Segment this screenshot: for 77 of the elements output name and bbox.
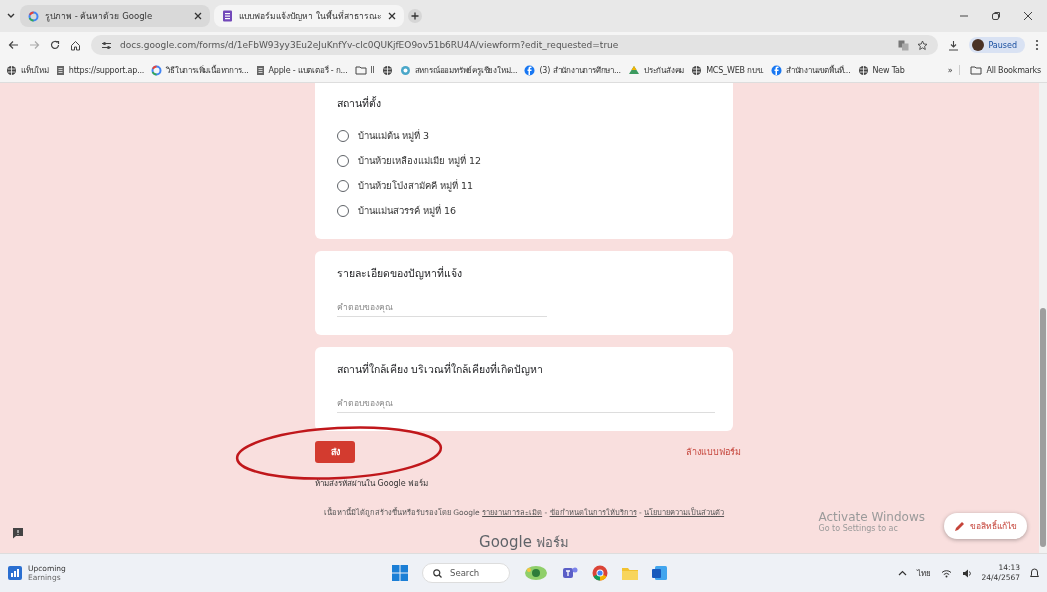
close-icon[interactable] — [388, 12, 396, 20]
chevron-up-icon[interactable] — [897, 568, 907, 578]
site-settings-icon[interactable] — [101, 40, 112, 50]
question-title: สถานที่ตั้ง — [337, 95, 382, 111]
bookmark[interactable]: MCS_WEB กบข. — [691, 63, 764, 77]
address-bar[interactable]: docs.google.com/forms/d/1eFbW93yy3Eu2eJuKnfYv-clc0QUKjfEO9ov51b6RU4A/viewform?edit_requested=true — [91, 35, 939, 55]
search-icon — [433, 568, 442, 578]
option-label[interactable]: บ้านแม่นสวรรค์ หมู่ที่ 16 — [358, 203, 457, 218]
folder-icon — [970, 65, 983, 75]
option-label[interactable]: บ้านห้วยเหลืองแม่เมีย หมู่ที่ 12 — [358, 153, 482, 168]
request-edit-button[interactable]: ขอสิทธิ์แก้ไข — [944, 513, 1027, 539]
close-icon[interactable] — [1023, 11, 1033, 21]
google-icon — [28, 10, 39, 22]
answer-field[interactable]: คำตอบของคุณ — [337, 298, 547, 317]
question-title: รายละเอียดของปัญหาที่แจ้ง — [337, 265, 463, 282]
bookmark[interactable]: ll — [354, 65, 375, 75]
bookmark[interactable]: สำนักงานเขตพื้นที่... — [770, 63, 851, 77]
profile-button[interactable]: Paused — [969, 37, 1025, 53]
globe-icon — [6, 64, 17, 76]
bookmark[interactable]: วิธีในการเพิ่มเนื้อหาการ... — [151, 63, 249, 77]
bookmark[interactable]: สหกรณ์ออมทรัพย์ครูเชียงใหม่... — [399, 63, 518, 77]
answer-field[interactable]: คำตอบของคุณ — [337, 394, 715, 413]
more-bookmarks-button[interactable]: » — [947, 65, 953, 75]
password-notice: ห้ามส่งรหัสผ่านใน Google ฟอร์ม — [315, 478, 430, 490]
submit-button[interactable]: ส่ง — [315, 441, 355, 463]
avatar-icon — [972, 39, 985, 51]
activation-notice: Activate Windows Go to Settings to ac — [818, 510, 925, 533]
option-label[interactable]: บ้านห้วยโป่งสามัคคี หมู่ที่ 11 — [358, 178, 474, 193]
bookmark[interactable]: New Tab — [857, 64, 905, 76]
forms-logo: Google ฟอร์ม — [478, 532, 570, 553]
forms-icon — [222, 10, 233, 22]
browser-tab[interactable]: รูปภาพ - ค้นหาด้วย Google — [20, 5, 210, 27]
globe-icon — [857, 64, 869, 76]
download-icon[interactable] — [948, 39, 960, 51]
chrome-icon[interactable] — [592, 565, 609, 581]
new-tab-icon[interactable] — [408, 9, 422, 23]
bookmark[interactable]: https://support.ap... — [55, 64, 145, 76]
more-icon[interactable] — [1035, 39, 1039, 51]
question-title: สถานที่ใกล้เคียง บริเวณที่ใกล้เคียงที่เกิดปัญหา — [337, 361, 545, 378]
option-label[interactable]: บ้านแม่ต้น หมู่ที่ 3 — [358, 128, 430, 143]
pencil-icon — [954, 520, 965, 532]
badge-icon — [399, 64, 411, 76]
restore-icon[interactable] — [991, 11, 1001, 21]
facebook-icon — [524, 64, 536, 76]
widget-icon[interactable] — [524, 565, 549, 581]
bookmark[interactable]: แท็บใหม่ — [6, 63, 49, 77]
scrollbar[interactable] — [1039, 83, 1047, 553]
facebook-icon — [770, 64, 782, 76]
google-icon — [151, 64, 163, 76]
translate-icon[interactable] — [898, 39, 910, 51]
globe-icon — [691, 64, 703, 76]
all-bookmarks-button[interactable]: All Bookmarks — [959, 65, 1041, 75]
bell-icon[interactable] — [1030, 568, 1039, 578]
clear-form-link[interactable]: ล้างแบบฟอร์ม — [686, 445, 741, 459]
bookmark[interactable]: Apple - แบตเตอรี่ - ก... — [255, 63, 348, 77]
chart-icon — [8, 566, 22, 580]
bookmark[interactable] — [381, 64, 393, 76]
bookmark[interactable]: ประกันสังคม — [627, 63, 685, 77]
word-icon[interactable] — [652, 565, 669, 581]
browser-tab[interactable]: แบบฟอร์มแจ้งปัญหา ในพื้นที่สาธารณะ — [214, 5, 404, 27]
star-icon[interactable] — [917, 39, 929, 51]
wifi-icon[interactable] — [940, 568, 952, 578]
page-icon — [255, 64, 265, 76]
page-icon — [55, 64, 65, 76]
globe-icon — [381, 64, 393, 76]
bookmark[interactable]: (3) สำนักงานการศึกษา... — [524, 63, 621, 77]
home-icon[interactable] — [70, 39, 81, 51]
close-icon[interactable] — [194, 12, 202, 20]
language-indicator[interactable]: ไทย — [916, 566, 931, 580]
triangle-icon — [627, 65, 640, 75]
volume-icon[interactable] — [961, 568, 972, 578]
folder-icon — [354, 65, 367, 75]
taskbar-search[interactable]: Search — [422, 563, 511, 583]
teams-icon[interactable] — [562, 565, 579, 581]
reload-icon[interactable] — [50, 40, 60, 50]
back-icon[interactable] — [8, 40, 19, 50]
feedback-icon[interactable] — [12, 527, 24, 539]
